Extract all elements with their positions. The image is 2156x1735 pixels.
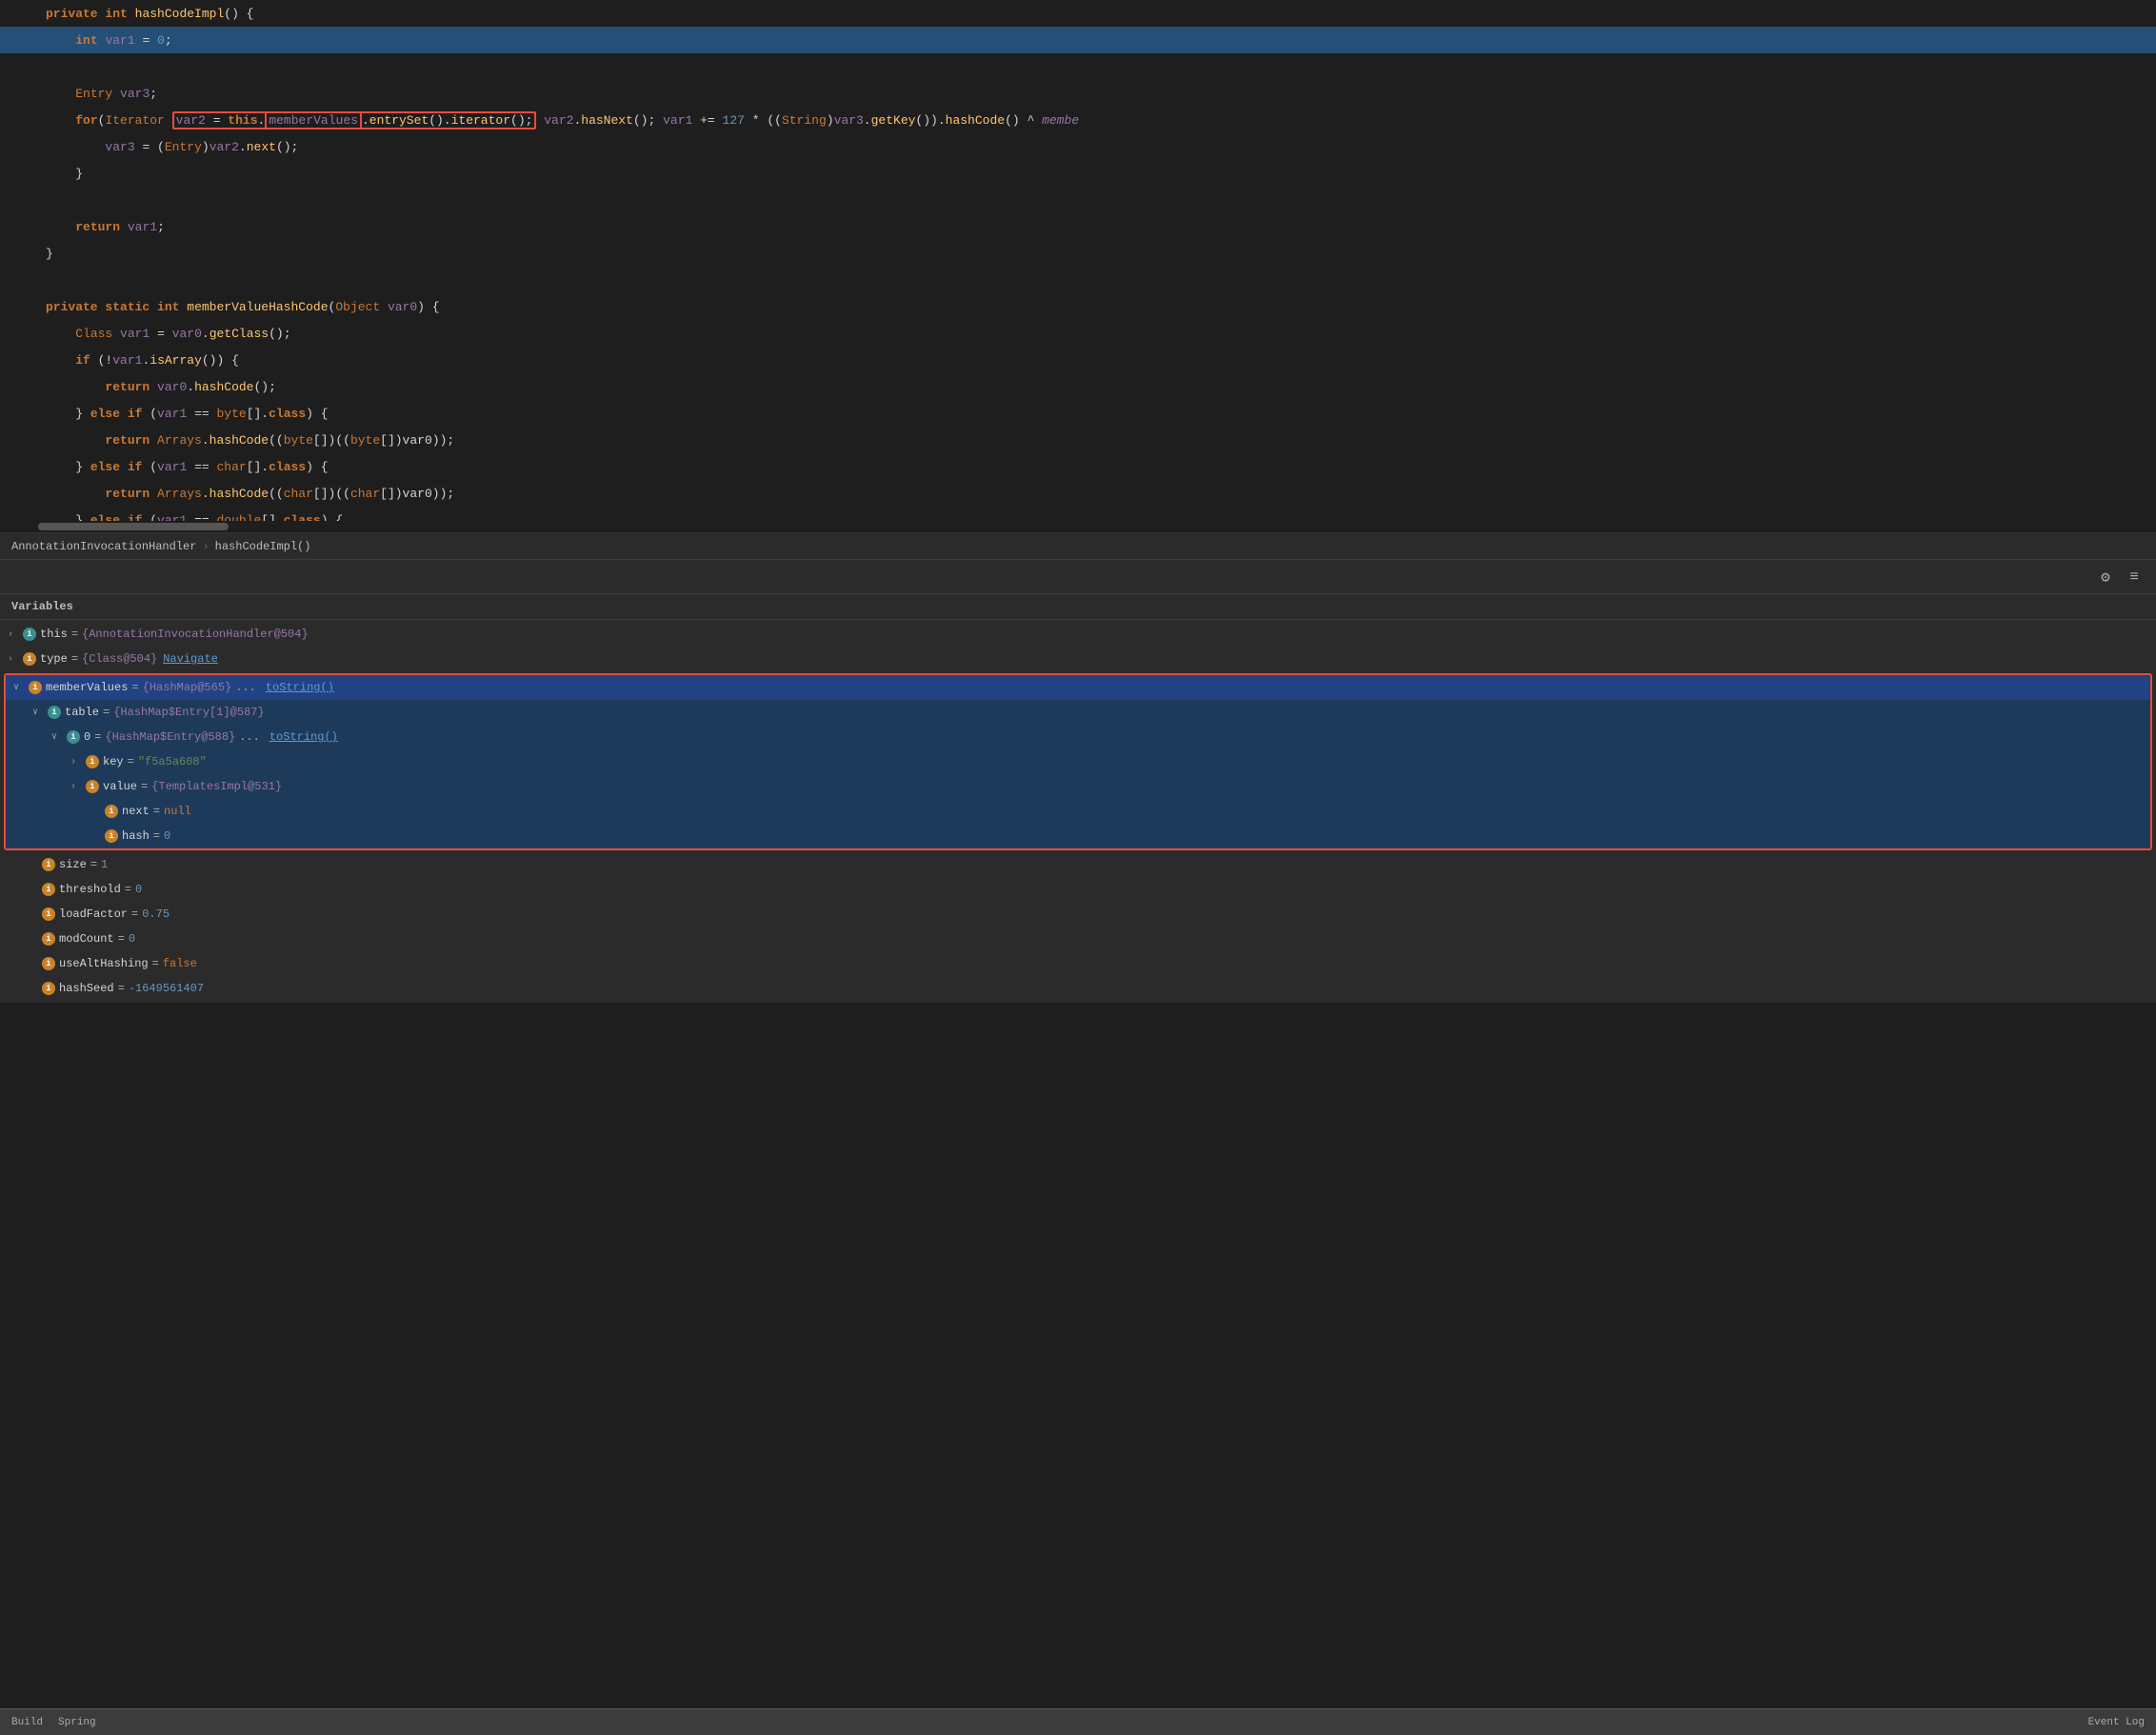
var-icon-next: i: [105, 805, 118, 818]
code-line-12: private static int memberValueHashCode(O…: [0, 293, 2156, 320]
menu-icon[interactable]: ≡: [2124, 567, 2145, 588]
var-icon-modCount: i: [42, 932, 55, 946]
var-row-this[interactable]: › i this = {AnnotationInvocationHandler@…: [0, 622, 2156, 647]
var-icon-key: i: [86, 755, 99, 768]
var-row-key[interactable]: › i key = "f5a5a608": [6, 749, 2150, 774]
code-line-11: [0, 267, 2156, 293]
status-event-log[interactable]: Event Log: [2088, 1717, 2145, 1728]
expand-arrow-useAltHashing: [27, 959, 40, 969]
var-icon-threshold: i: [42, 883, 55, 896]
var-icon-size: i: [42, 858, 55, 871]
status-left: Build Spring: [11, 1717, 96, 1728]
var-icon-table: i: [48, 706, 61, 719]
expand-arrow-hash: [90, 831, 103, 842]
var-row-useAltHashing[interactable]: i useAltHashing = false: [0, 951, 2156, 976]
code-line-5: for(Iterator var2 = this.memberValues.en…: [0, 107, 2156, 133]
breadcrumb-method[interactable]: hashCodeImpl(): [215, 540, 311, 553]
breadcrumb-separator: ›: [202, 540, 209, 553]
code-line-14: if (!var1.isArray()) {: [0, 347, 2156, 373]
var-row-modCount[interactable]: i modCount = 0: [0, 927, 2156, 951]
code-line-6: var3 = (Entry)var2.next();: [0, 133, 2156, 160]
var-row-table[interactable]: ∨ i table = {HashMap$Entry[1]@587}: [6, 700, 2150, 725]
var-link-0[interactable]: toString(): [270, 730, 338, 744]
code-line-13: Class var1 = var0.getClass();: [0, 320, 2156, 347]
status-bar: Build Spring Event Log: [0, 1708, 2156, 1735]
var-icon-type: i: [23, 652, 36, 666]
var-row-value[interactable]: › i value = {TemplatesImpl@531}: [6, 774, 2150, 799]
code-editor[interactable]: private int hashCodeImpl() { int var1 = …: [0, 0, 2156, 533]
status-build[interactable]: Build: [11, 1717, 43, 1728]
code-line-18: } else if (var1 == char[].class) {: [0, 453, 2156, 480]
code-line-9: return var1;: [0, 213, 2156, 240]
expand-arrow-threshold: [27, 885, 40, 895]
var-icon-loadFactor: i: [42, 907, 55, 921]
code-line-3: [0, 53, 2156, 80]
code-line-19: return Arrays.hashCode((char[])((char[])…: [0, 480, 2156, 507]
var-icon-value: i: [86, 780, 99, 793]
code-line-8: [0, 187, 2156, 213]
code-line-15: return var0.hashCode();: [0, 373, 2156, 400]
var-row-0[interactable]: ∨ i 0 = {HashMap$Entry@588} ... toString…: [6, 725, 2150, 749]
selected-group-outline: ∨ i memberValues = {HashMap@565} ... toS…: [4, 673, 2152, 850]
code-line-10: }: [0, 240, 2156, 267]
expand-arrow-loadFactor: [27, 909, 40, 920]
expand-arrow-this: ›: [8, 629, 21, 640]
code-line-16: } else if (var1 == byte[].class) {: [0, 400, 2156, 427]
code-line-4: Entry var3;: [0, 80, 2156, 107]
expand-arrow-hashSeed: [27, 984, 40, 994]
expand-arrow-type: ›: [8, 654, 21, 665]
settings-icon[interactable]: ⚙: [2095, 567, 2116, 588]
code-line-1: private int hashCodeImpl() {: [0, 0, 2156, 27]
panel-header: Variables: [0, 594, 2156, 620]
breadcrumb-class[interactable]: AnnotationInvocationHandler: [11, 540, 196, 553]
var-icon-hash: i: [105, 829, 118, 843]
var-row-type[interactable]: › i type = {Class@504} Navigate: [0, 647, 2156, 671]
var-icon-this: i: [23, 628, 36, 641]
toolbar: ⚙ ≡: [0, 560, 2156, 594]
var-icon-hashSeed: i: [42, 982, 55, 995]
var-link-type[interactable]: Navigate: [163, 652, 218, 666]
expand-arrow-table: ∨: [32, 707, 46, 718]
expand-arrow-modCount: [27, 934, 40, 945]
var-row-hash[interactable]: i hash = 0: [6, 824, 2150, 848]
var-link-memberValues[interactable]: toString(): [266, 681, 334, 694]
var-icon-0: i: [67, 730, 80, 744]
expand-arrow-memberValues: ∨: [13, 682, 27, 693]
expand-arrow-key: ›: [70, 757, 84, 768]
var-row-next[interactable]: i next = null: [6, 799, 2150, 824]
breadcrumb: AnnotationInvocationHandler › hashCodeIm…: [0, 533, 2156, 560]
variables-list: › i this = {AnnotationInvocationHandler@…: [0, 620, 2156, 1003]
var-row-threshold[interactable]: i threshold = 0: [0, 877, 2156, 902]
code-line-17: return Arrays.hashCode((byte[])((byte[])…: [0, 427, 2156, 453]
expand-arrow-next: [90, 807, 103, 817]
var-icon-useAltHashing: i: [42, 957, 55, 970]
expand-arrow-size: [27, 860, 40, 870]
var-row-hashSeed[interactable]: i hashSeed = -1649561407: [0, 976, 2156, 1001]
var-icon-memberValues: i: [29, 681, 42, 694]
debug-panel: Variables › i this = {AnnotationInvocati…: [0, 594, 2156, 1003]
var-row-size[interactable]: i size = 1: [0, 852, 2156, 877]
expand-arrow-value: ›: [70, 782, 84, 792]
status-spring[interactable]: Spring: [58, 1717, 96, 1728]
var-row-memberValues[interactable]: ∨ i memberValues = {HashMap@565} ... toS…: [6, 675, 2150, 700]
status-right: Event Log: [2088, 1717, 2145, 1728]
expand-arrow-0: ∨: [51, 731, 65, 743]
code-line-7: }: [0, 160, 2156, 187]
code-line-2: int var1 = 0;: [0, 27, 2156, 53]
var-row-loadFactor[interactable]: i loadFactor = 0.75: [0, 902, 2156, 927]
